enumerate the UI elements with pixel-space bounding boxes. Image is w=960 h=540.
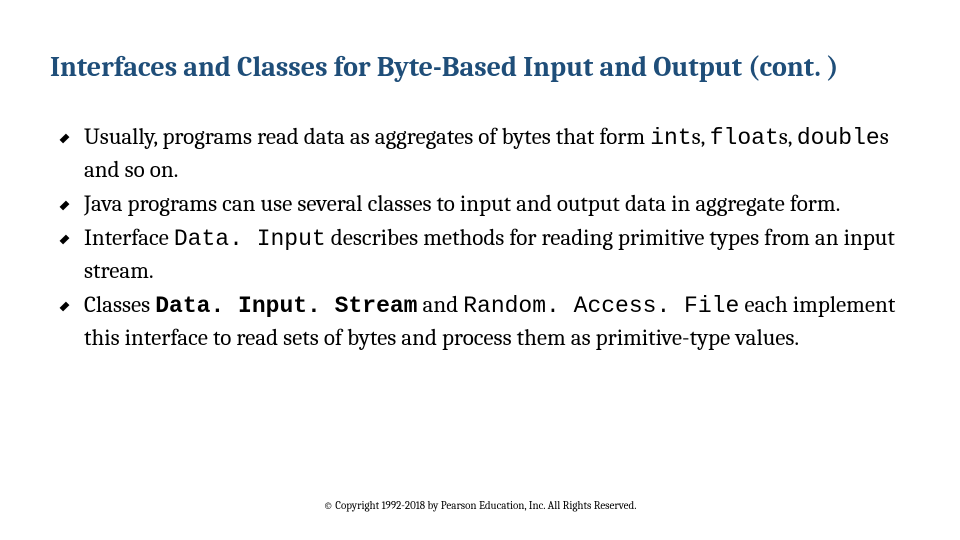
text-run: Usually, programs read data as aggregate…	[84, 123, 650, 150]
text-run: s,	[779, 123, 797, 150]
text-run: Interface	[84, 224, 174, 251]
text-run: Java programs can use several classes to…	[84, 190, 840, 217]
text-run: and	[417, 291, 463, 318]
slide: Interfaces and Classes for Byte-Based In…	[0, 0, 960, 540]
code-run: Data. Input. Stream	[155, 293, 417, 319]
code-run: float	[710, 125, 779, 151]
slide-title: Interfaces and Classes for Byte-Based In…	[50, 50, 910, 85]
bullet-list: Usually, programs read data as aggregate…	[50, 121, 910, 353]
text-run: s,	[692, 123, 710, 150]
copyright-footer: © Copyright 1992-2018 by Pearson Educati…	[0, 499, 960, 512]
code-run: Data. Input	[174, 226, 326, 252]
list-item: Classes Data. Input. Stream and Random. …	[84, 289, 910, 353]
list-item: Usually, programs read data as aggregate…	[84, 121, 910, 185]
list-item: Interface Data. Input describes methods …	[84, 222, 910, 286]
text-run: Classes	[84, 291, 155, 318]
list-item: Java programs can use several classes to…	[84, 188, 910, 219]
code-run: int	[650, 125, 691, 151]
code-run: Random. Access. File	[463, 293, 739, 319]
code-run: double	[797, 125, 880, 151]
